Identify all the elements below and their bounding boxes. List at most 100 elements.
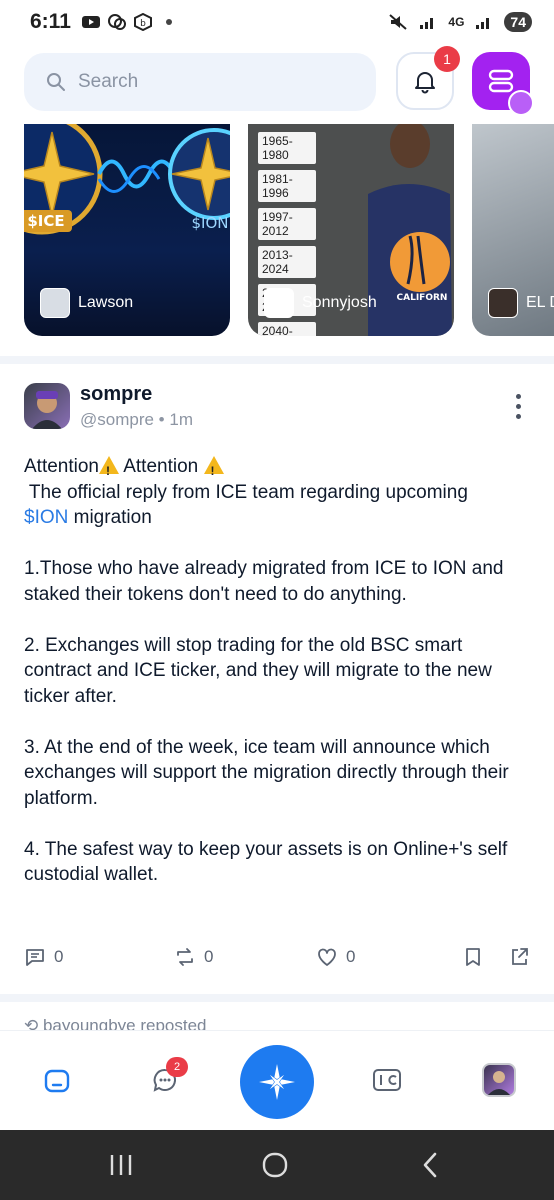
- story-author-name: EL D: [526, 294, 554, 311]
- repost-label: bayoungbye reposted: [42, 1016, 207, 1030]
- stories-carousel[interactable]: $ICE $ION Lawson 1965-1980 1981-1996 199…: [0, 124, 554, 336]
- search-placeholder: Search: [78, 71, 139, 92]
- notification-icons: b: [81, 13, 179, 31]
- search-input[interactable]: Search: [24, 53, 376, 111]
- status-bar: 6:11 b 4G 74: [0, 0, 554, 44]
- nav-home-tab[interactable]: [40, 1063, 74, 1097]
- svg-text:$ION: $ION: [192, 214, 229, 232]
- nav-wallet-tab[interactable]: [370, 1063, 404, 1097]
- year-chip: 2013-2024: [258, 246, 316, 278]
- story-card[interactable]: $ICE $ION Lawson: [24, 124, 230, 336]
- section-divider: [0, 994, 554, 1002]
- battery-indicator: 74: [504, 12, 532, 32]
- comment-icon: [26, 949, 44, 966]
- mute-icon: [389, 14, 408, 30]
- cashtag-link[interactable]: $ION: [24, 507, 68, 528]
- avatar-image: [32, 391, 62, 429]
- dot: [515, 403, 521, 409]
- heart-icon: [318, 948, 336, 966]
- recent-apps-button[interactable]: [106, 1150, 136, 1180]
- back-button[interactable]: [418, 1150, 442, 1180]
- search-icon: [47, 73, 65, 91]
- post-author-name[interactable]: sompre: [80, 383, 193, 406]
- post-intro: Attention Attention The official reply f…: [24, 454, 530, 531]
- more-options-button[interactable]: [506, 390, 530, 422]
- post-header: sompre @sompre • 1m: [24, 378, 530, 434]
- story-avatar: [40, 288, 70, 318]
- youtube-icon: [81, 16, 100, 28]
- post-subline: @sompre • 1m: [80, 409, 193, 429]
- back-chevron-icon: [423, 1152, 437, 1178]
- account-switch-icon: [508, 90, 534, 116]
- section-divider: [0, 356, 554, 364]
- warning-icon: [99, 456, 119, 485]
- repost-count: 0: [204, 947, 214, 966]
- svg-text:$ICE: $ICE: [27, 212, 64, 230]
- story-card[interactable]: EL D: [472, 124, 554, 336]
- profile-avatar-image: [488, 1071, 510, 1095]
- year-chip: 1981-1996: [258, 170, 316, 202]
- post-meta: sompre @sompre • 1m: [80, 383, 193, 430]
- top-header: Search 1: [24, 46, 534, 116]
- share-icon: [512, 948, 528, 965]
- notifications-badge: 1: [434, 46, 460, 72]
- post-body: Attention Attention The official reply f…: [24, 454, 530, 888]
- home-system-button[interactable]: [260, 1150, 290, 1180]
- dot: [515, 393, 521, 399]
- repost-icon: [177, 948, 193, 966]
- post-text: migration: [68, 507, 152, 528]
- post-text: Attention: [24, 456, 99, 477]
- bookmark-icon: [466, 948, 480, 966]
- status-right: 4G 74: [388, 12, 532, 32]
- post-time: 1m: [169, 409, 193, 429]
- story-author: EL D: [488, 288, 554, 318]
- post-paragraph: 2. Exchanges will stop trading for the o…: [24, 634, 492, 707]
- story-avatar: [488, 288, 518, 318]
- post-author-avatar[interactable]: [24, 383, 70, 429]
- dot: [515, 413, 521, 419]
- comment-button[interactable]: 0: [24, 946, 63, 968]
- nav-ice-home-button[interactable]: [240, 1045, 314, 1119]
- home-circle-icon: [262, 1152, 288, 1178]
- bookmark-button[interactable]: [462, 946, 484, 968]
- post-paragraph: 4. The safest way to keep your assets is…: [24, 838, 508, 886]
- year-chip: 1965-1980: [258, 132, 316, 164]
- story-author-name: Lawson: [78, 294, 134, 311]
- app-badge-icon: b: [133, 13, 152, 31]
- chat-bubbles-icon: [107, 14, 126, 30]
- recent-apps-icon: [110, 1155, 132, 1175]
- dot-icon: [165, 19, 172, 25]
- system-navigation-bar: [0, 1130, 554, 1200]
- wallet-icon: [373, 1069, 401, 1091]
- story-card[interactable]: 1965-1980 1981-1996 1997-2012 2013-2024 …: [248, 124, 454, 336]
- post-handle: @sompre: [80, 409, 154, 429]
- comment-count: 0: [54, 947, 64, 966]
- status-time: 6:11: [30, 10, 71, 33]
- year-chip: 1997-2012: [258, 208, 316, 240]
- story-author: Sonnyjosh: [264, 288, 377, 318]
- menu-icon: [488, 69, 514, 93]
- repost-button[interactable]: 0: [174, 946, 213, 968]
- repost-small-icon: ⟲: [24, 1016, 43, 1030]
- post-actions: 0 0 0: [24, 942, 530, 972]
- warning-icon: [203, 456, 224, 485]
- bottom-navigation: 2: [0, 1030, 554, 1130]
- year-chip: 2040-2054: [258, 322, 316, 336]
- feed-post[interactable]: sompre @sompre • 1m Attention Attention …: [24, 378, 530, 913]
- like-button[interactable]: 0: [316, 946, 355, 968]
- signal-icon: [420, 18, 434, 29]
- ice-star-icon: [259, 1064, 295, 1100]
- post-text: Attention: [119, 456, 204, 477]
- share-button[interactable]: [508, 946, 530, 968]
- story-author-name: Sonnyjosh: [302, 294, 377, 311]
- svg-text:b: b: [140, 19, 146, 29]
- post-text: The official reply from ICE team regardi…: [24, 481, 474, 503]
- nav-profile-tab[interactable]: [482, 1063, 516, 1097]
- post-paragraph: 1.Those who have already migrated from I…: [24, 558, 504, 605]
- post-paragraph: 3. At the end of the week, ice team will…: [24, 736, 509, 809]
- story-avatar: [264, 288, 294, 318]
- network-label: 4G: [448, 15, 465, 29]
- svg-text:CALIFORN: CALIFORN: [397, 293, 448, 303]
- chats-badge: 2: [166, 1057, 188, 1077]
- signal-icon-2: [476, 18, 490, 29]
